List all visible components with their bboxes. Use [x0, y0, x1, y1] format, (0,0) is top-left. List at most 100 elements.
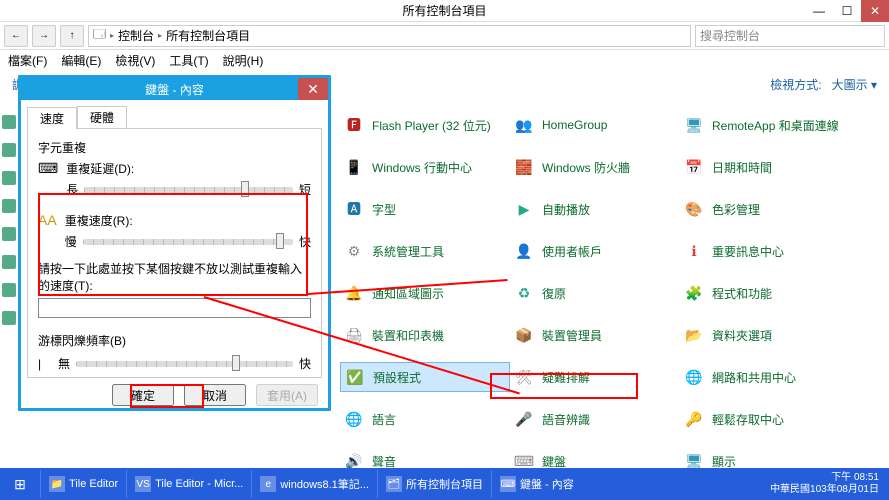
maximize-button[interactable]: ☐ [833, 0, 861, 22]
delay-slider[interactable] [84, 187, 293, 193]
cp-item[interactable]: 🖥RemoteApp 和桌面連線 [680, 110, 850, 140]
cp-icon: 🎤 [514, 409, 534, 429]
back-button[interactable]: ← [4, 25, 28, 47]
cp-item[interactable]: 📅日期和時間 [680, 152, 850, 182]
cp-icon: 🛠 [514, 367, 534, 387]
cp-item[interactable]: ✅預設程式 [340, 362, 510, 392]
repeat-delay-label: 重複延遲(D): [66, 160, 311, 177]
cp-label: 色彩管理 [712, 201, 760, 218]
forward-button[interactable]: → [32, 25, 56, 47]
cp-label: 重要訊息中心 [712, 243, 784, 260]
cp-item[interactable]: 🧩程式和功能 [680, 278, 850, 308]
cp-icon: 👥 [514, 115, 534, 135]
cp-icon: 👤 [514, 241, 534, 261]
delay-left-label: 長 [66, 181, 78, 198]
cp-item[interactable]: ▶ 自動播放 [510, 194, 680, 224]
cp-icon: ▶ [514, 199, 534, 219]
view-mode-dropdown[interactable]: 大圖示 ▾ [832, 76, 877, 93]
system-tray[interactable]: 下午 08:51 中華民國103年08月01日 [760, 472, 889, 496]
start-button[interactable]: ⊞ [0, 468, 40, 500]
taskbar-item[interactable]: ⌨鍵盤 - 內容 [491, 470, 582, 498]
cp-label: Flash Player (32 位元) [372, 117, 491, 134]
breadcrumb-item-1[interactable]: 控制台 [118, 27, 154, 44]
cp-item[interactable]: 🌐語言 [340, 404, 510, 434]
cp-icon: 🎨 [684, 199, 704, 219]
cp-item[interactable]: 📱Windows 行動中心 [340, 152, 510, 182]
cp-item[interactable]: ♻復原 [510, 278, 680, 308]
cp-icon: 📂 [684, 325, 704, 345]
task-icon: 🗂 [386, 476, 402, 492]
blink-right-label: 快 [299, 355, 311, 372]
cp-item[interactable]: 📂資料夾選項 [680, 320, 850, 350]
cp-item[interactable]: 🔑輕鬆存取中心 [680, 404, 850, 434]
cursor-preview: | [38, 357, 52, 371]
cp-item[interactable]: ⚙ 系統管理工具 [340, 236, 510, 266]
explorer-navbar: ← → ↑ 🗔 ▸ 控制台 ▸ 所有控制台項目 搜尋控制台 [0, 22, 889, 50]
breadcrumb-sep: ▸ [158, 31, 162, 40]
tray-date: 中華民國103年08月01日 [770, 484, 879, 496]
cp-label: 系統管理工具 [372, 243, 444, 260]
cp-item[interactable]: ℹ重要訊息中心 [680, 236, 850, 266]
repeat-test-input[interactable] [38, 298, 311, 318]
cp-label: 疑難排解 [542, 369, 590, 386]
close-button[interactable]: ✕ [861, 0, 889, 22]
cp-label: 字型 [372, 201, 396, 218]
cancel-button[interactable]: 取消 [184, 384, 246, 406]
cp-item[interactable]: 👥HomeGroup [510, 110, 680, 140]
rate-slider[interactable] [83, 239, 293, 245]
task-icon: ⌨ [500, 476, 516, 492]
breadcrumb-item-2[interactable]: 所有控制台項目 [166, 27, 250, 44]
delay-right-label: 短 [299, 181, 311, 198]
cp-item[interactable]: 🎨 色彩管理 [680, 194, 850, 224]
repeat-rate-label: 重複速度(R): [65, 212, 311, 229]
menu-file[interactable]: 檔案(F) [8, 52, 47, 69]
window-controls: — ☐ ✕ [805, 0, 889, 22]
tab-hardware[interactable]: 硬體 [77, 106, 127, 128]
search-input[interactable]: 搜尋控制台 [695, 25, 885, 47]
cp-item[interactable]: 🧱Windows 防火牆 [510, 152, 680, 182]
dialog-titlebar: 鍵盤 - 內容 ✕ [21, 78, 328, 100]
menu-help[interactable]: 說明(H) [223, 52, 264, 69]
breadcrumb-sep: ▸ [110, 31, 114, 40]
cp-item[interactable]: 🎤語音辨識 [510, 404, 680, 434]
cp-label: 輕鬆存取中心 [712, 411, 784, 428]
cp-icon: 🅰 [344, 199, 364, 219]
tab-speed[interactable]: 速度 [27, 107, 77, 129]
task-label: 所有控制台項目 [406, 476, 483, 492]
cp-icon: ⚙ [344, 241, 364, 261]
up-button[interactable]: ↑ [60, 25, 84, 47]
taskbar-item[interactable]: VSTile Editor - Micr... [126, 470, 251, 498]
cp-label: 顯示 [712, 453, 736, 470]
cp-item[interactable]: 🛠 疑難排解 [510, 362, 680, 392]
cp-icon: ✅ [345, 367, 365, 387]
dialog-close-button[interactable]: ✕ [298, 78, 328, 100]
menu-edit[interactable]: 編輯(E) [61, 52, 101, 69]
ok-button[interactable]: 確定 [112, 384, 174, 406]
cp-label: 自動播放 [542, 201, 590, 218]
cp-item[interactable]: 🅵 Flash Player (32 位元) [340, 110, 510, 140]
cp-icon: 📦 [514, 325, 534, 345]
test-label: 請按一下此處並按下某個按鍵不放以測試重複輸入的速度(T): [38, 260, 311, 294]
cp-item[interactable]: 🅰 字型 [340, 194, 510, 224]
menu-tools[interactable]: 工具(T) [169, 52, 208, 69]
cp-label: 裝置和印表機 [372, 327, 444, 344]
taskbar: ⊞ 📁Tile EditorVSTile Editor - Micr...ewi… [0, 468, 889, 500]
apply-button[interactable]: 套用(A) [256, 384, 318, 406]
rate-left-label: 慢 [65, 233, 77, 250]
cp-icon: 🅵 [344, 115, 364, 135]
menu-view[interactable]: 檢視(V) [115, 52, 155, 69]
taskbar-item[interactable]: ewindows8.1筆記... [251, 470, 377, 498]
task-label: windows8.1筆記... [280, 476, 369, 492]
minimize-button[interactable]: — [805, 0, 833, 22]
cp-label: 復原 [542, 285, 566, 302]
taskbar-item[interactable]: 📁Tile Editor [40, 470, 126, 498]
view-mode-label: 檢視方式: [770, 76, 821, 93]
cp-item[interactable]: 🌐網路和共用中心 [680, 362, 850, 392]
cp-item[interactable]: 📦裝置管理員 [510, 320, 680, 350]
cp-item[interactable]: 👤使用者帳戶 [510, 236, 680, 266]
rate-icon: AA [38, 212, 57, 250]
taskbar-item[interactable]: 🗂所有控制台項目 [377, 470, 491, 498]
sidebar-icons [2, 115, 16, 325]
blink-slider[interactable] [76, 361, 293, 367]
breadcrumb[interactable]: 🗔 ▸ 控制台 ▸ 所有控制台項目 [88, 25, 691, 47]
